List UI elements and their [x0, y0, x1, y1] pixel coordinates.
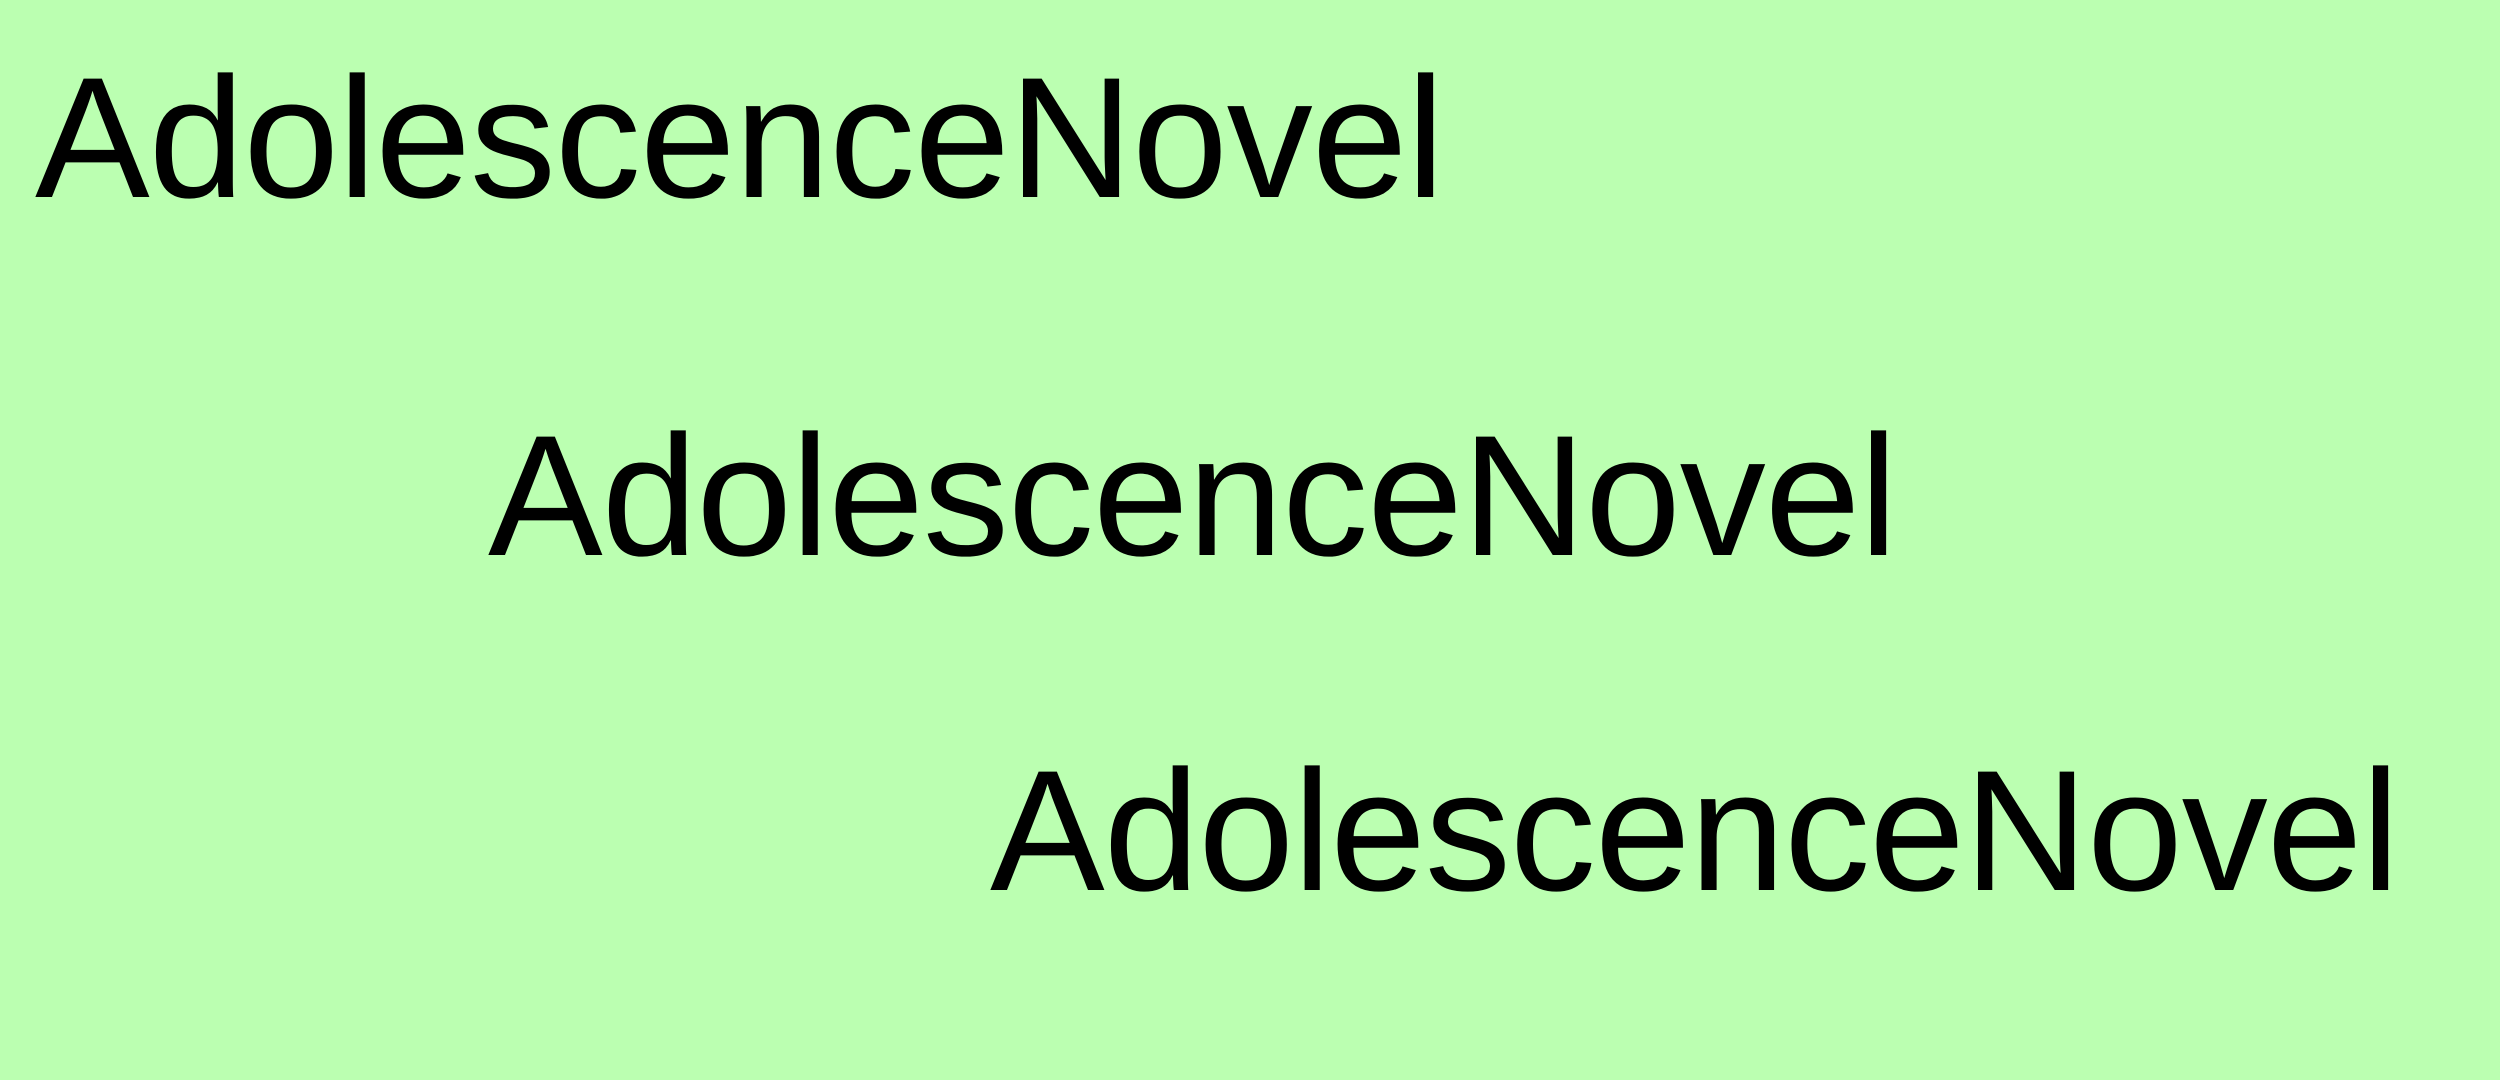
text-line-2: AdolescenceNovel — [488, 400, 1898, 592]
slide-canvas: AdolescenceNovel AdolescenceNovel Adoles… — [0, 0, 2500, 1080]
text-line-3: AdolescenceNovel — [990, 735, 2400, 927]
text-line-1: AdolescenceNovel — [35, 42, 1445, 234]
